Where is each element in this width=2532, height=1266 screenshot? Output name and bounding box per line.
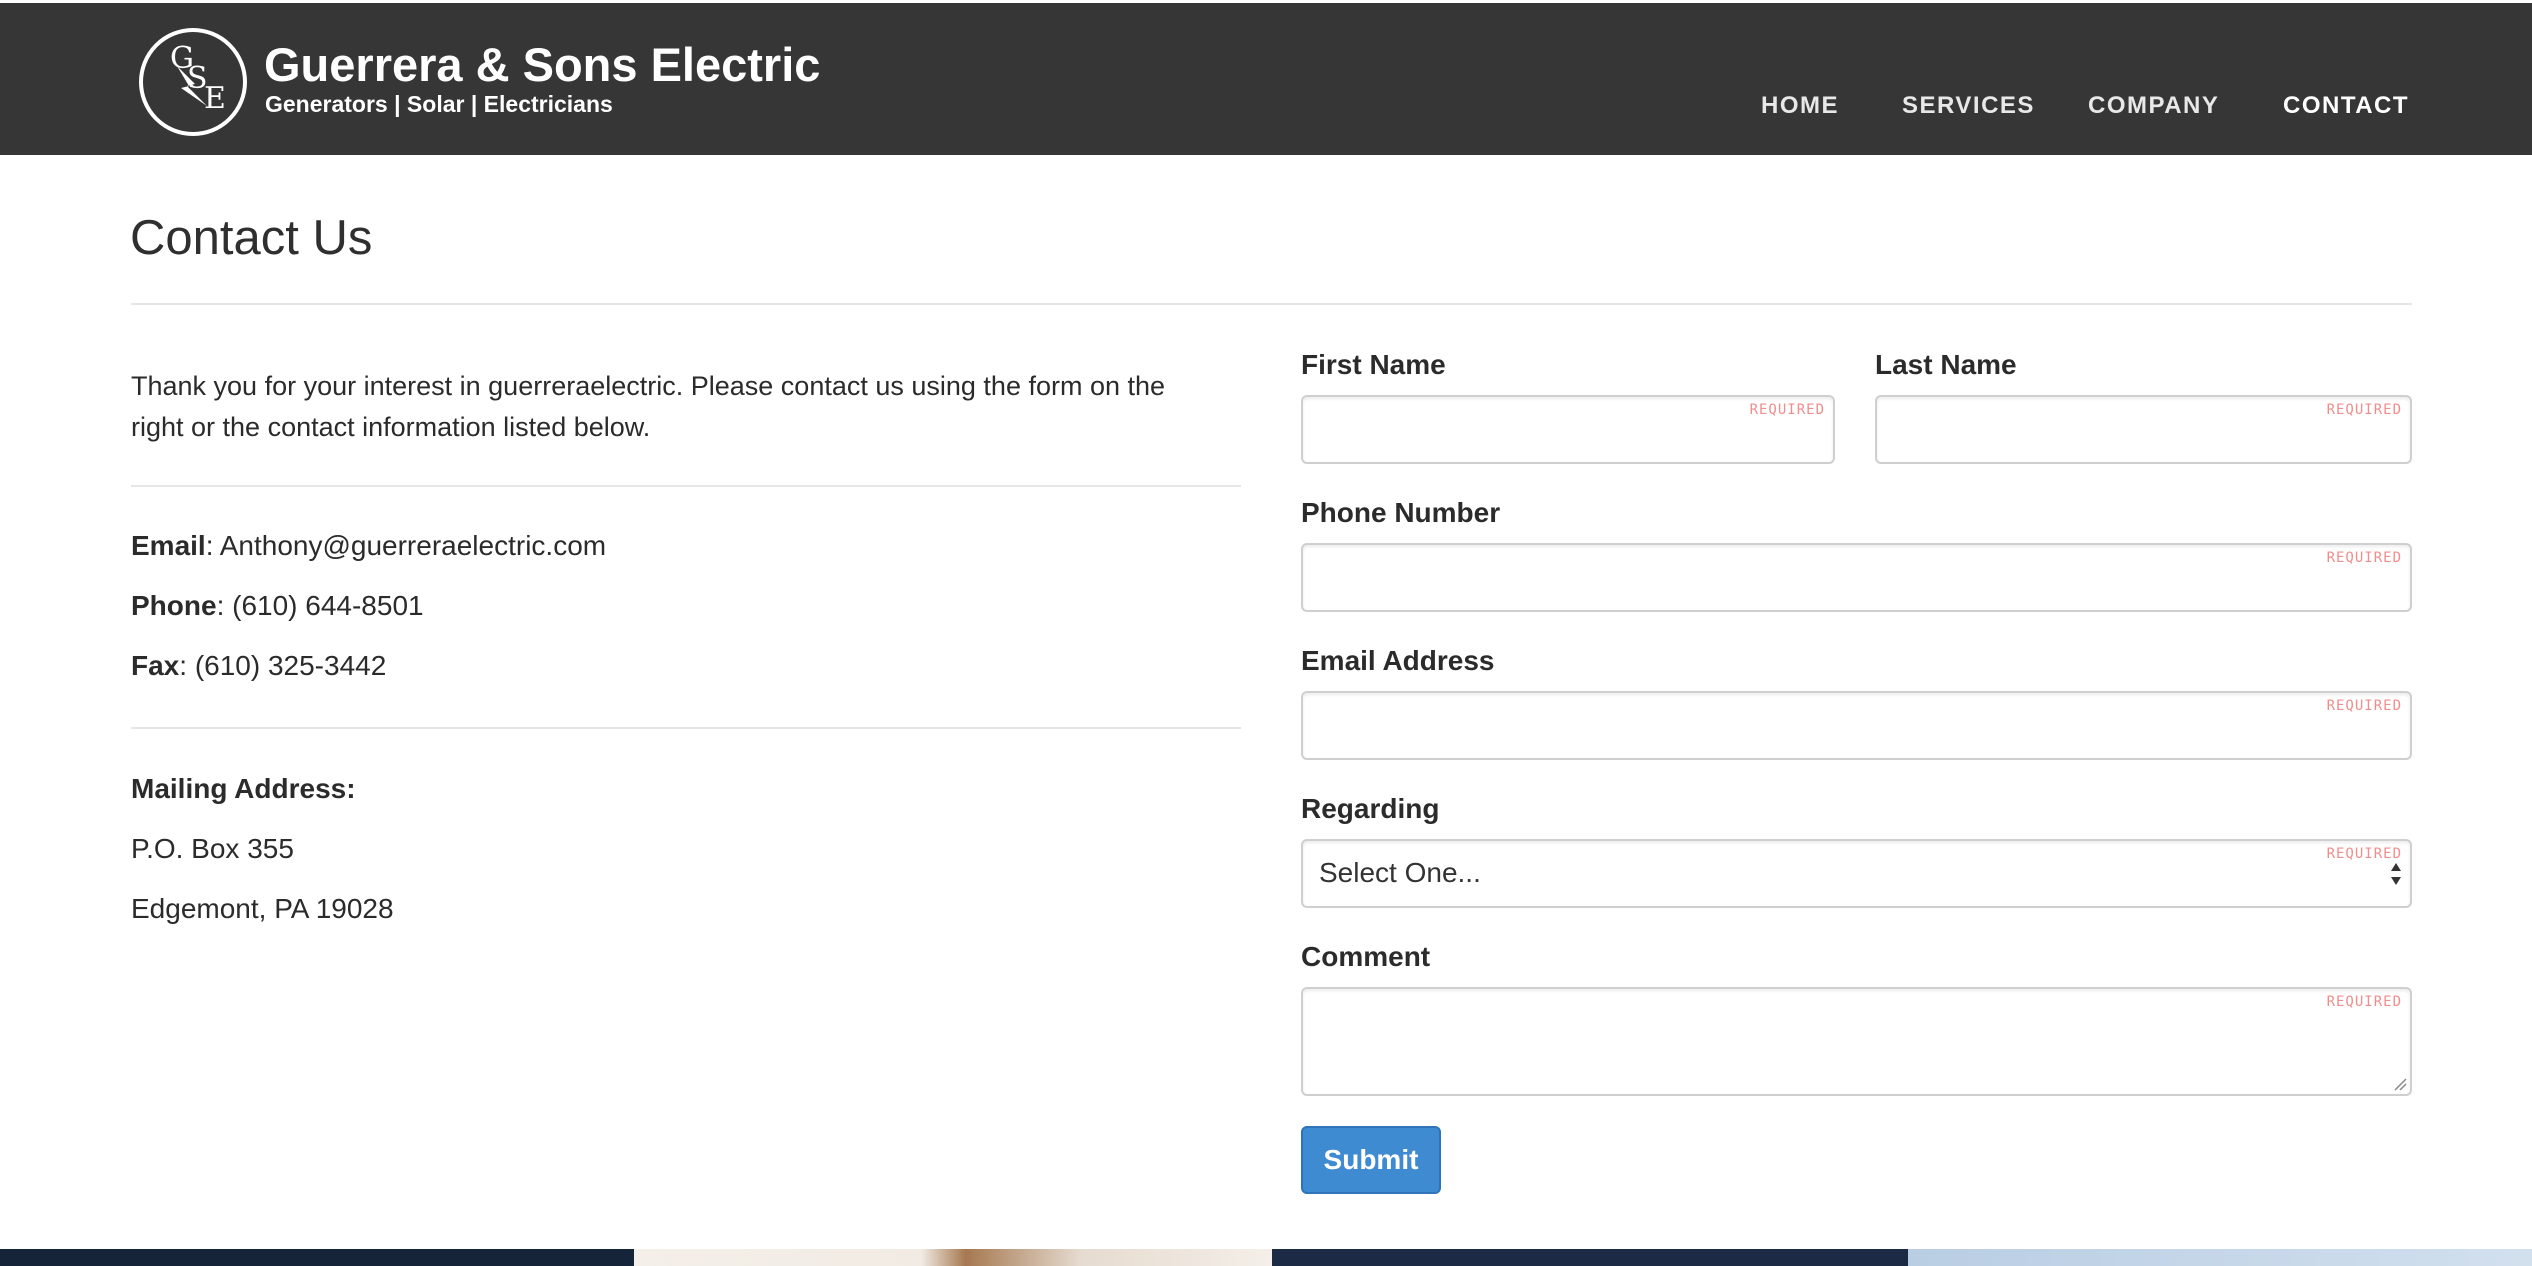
title-divider bbox=[131, 303, 2412, 305]
page-title: Contact Us bbox=[130, 211, 373, 265]
required-tag: REQUIRED bbox=[2326, 402, 2402, 418]
nav-company[interactable]: COMPANY bbox=[2088, 89, 2219, 123]
up-down-arrows-icon bbox=[2390, 859, 2402, 889]
footer-photo-3 bbox=[1272, 1249, 1908, 1266]
phone-number-label: Phone Number bbox=[1301, 497, 1501, 528]
fax-value: (610) 325-3442 bbox=[194, 650, 387, 681]
last-name-label: Last Name bbox=[1875, 349, 2017, 380]
phone-line: Phone: (610) 644-8501 bbox=[131, 590, 424, 621]
contact-divider bbox=[131, 727, 1241, 729]
required-tag: REQUIRED bbox=[2326, 994, 2402, 1010]
nav-services[interactable]: SERVICES bbox=[1902, 89, 2035, 123]
required-tag: REQUIRED bbox=[2326, 550, 2402, 566]
last-name-field[interactable]: REQUIRED bbox=[1875, 395, 2412, 464]
regarding-label: Regarding bbox=[1301, 793, 1440, 824]
mailing-label-line: Mailing Address: bbox=[131, 770, 356, 808]
footer-photo-2 bbox=[634, 1249, 1272, 1266]
comment-textarea[interactable] bbox=[1303, 989, 2410, 1094]
fax-label: Fax bbox=[131, 650, 180, 681]
resize-grip-icon[interactable] bbox=[2393, 1077, 2407, 1091]
footer-photo-1 bbox=[0, 1249, 634, 1266]
main-nav: HOME SERVICES COMPANY CONTACT bbox=[0, 89, 2532, 123]
regarding-selected-value: Select One... bbox=[1319, 857, 1481, 888]
address-line-1: P.O. Box 355 bbox=[131, 833, 294, 864]
nav-home[interactable]: HOME bbox=[1761, 89, 1839, 123]
comment-field[interactable]: REQUIRED bbox=[1301, 987, 2412, 1096]
address-line-2: Edgemont, PA 19028 bbox=[131, 893, 394, 924]
phone-label: Phone bbox=[131, 590, 217, 621]
email-address-label: Email Address bbox=[1301, 645, 1495, 676]
email-label: Email bbox=[131, 530, 206, 561]
fax-line: Fax: (610) 325-3442 bbox=[131, 650, 387, 681]
required-tag: REQUIRED bbox=[2326, 698, 2402, 714]
phone-number-input[interactable] bbox=[1303, 545, 2410, 610]
phone-value: (610) 644-8501 bbox=[232, 590, 424, 621]
email-address-field[interactable]: REQUIRED bbox=[1301, 691, 2412, 760]
regarding-select[interactable]: Select One... REQUIRED bbox=[1301, 839, 2412, 908]
first-name-label: First Name bbox=[1301, 349, 1446, 380]
comment-label: Comment bbox=[1301, 941, 1431, 972]
email-link[interactable]: Anthony@guerreraelectric.com bbox=[220, 530, 606, 561]
phone-number-field[interactable]: REQUIRED bbox=[1301, 543, 2412, 612]
footer-photo-4 bbox=[1908, 1249, 2532, 1266]
site-header: G S E Guerrera & Sons Electric Generator… bbox=[0, 3, 2532, 155]
nav-contact[interactable]: CONTACT bbox=[2283, 89, 2409, 123]
email-line: Email: Anthony@guerreraelectric.com bbox=[131, 530, 607, 561]
mailing-label: Mailing Address: bbox=[131, 773, 356, 804]
brand-name[interactable]: Guerrera & Sons Electric bbox=[264, 37, 820, 93]
intro-text: Thank you for your interest in guerrerae… bbox=[131, 371, 1166, 442]
email-address-input[interactable] bbox=[1303, 693, 2410, 758]
intro-divider bbox=[131, 485, 1241, 487]
submit-button[interactable]: Submit bbox=[1301, 1126, 1441, 1194]
first-name-field[interactable]: REQUIRED bbox=[1301, 395, 1835, 464]
required-tag: REQUIRED bbox=[1749, 402, 1825, 418]
